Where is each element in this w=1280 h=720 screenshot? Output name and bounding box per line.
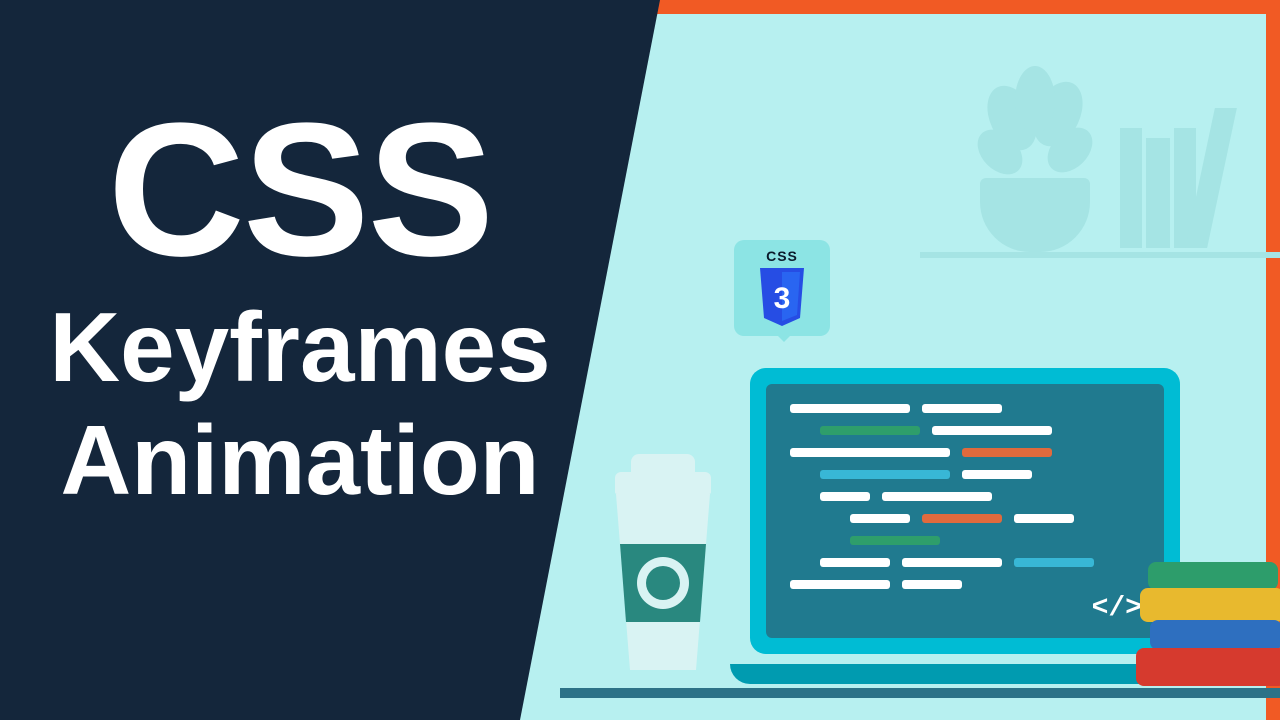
laptop-illustration: </> — [730, 368, 1200, 684]
css3-shield-icon: 3 — [756, 268, 808, 328]
css3-badge-label: CSS — [734, 248, 830, 264]
laptop-screen: </> — [766, 384, 1164, 638]
desk-line — [560, 688, 1280, 698]
title-block: CSS Keyframes Animation — [30, 95, 570, 516]
css3-badge-bubble: CSS 3 — [734, 240, 830, 336]
book-stack-icon — [1148, 562, 1280, 684]
svg-text:3: 3 — [774, 282, 791, 315]
frame-top-bar — [570, 0, 1280, 14]
title-panel: CSS Keyframes Animation — [0, 0, 660, 720]
title-line-1: CSS — [30, 95, 570, 285]
shelf-book — [1120, 128, 1142, 248]
coffee-cup-icon — [608, 490, 718, 679]
code-symbol-icon: </> — [1092, 593, 1142, 624]
laptop-frame: </> — [750, 368, 1180, 654]
shelf-book — [1146, 138, 1170, 248]
title-line-2: Keyframes — [30, 291, 570, 404]
title-line-3: Animation — [30, 404, 570, 517]
shelf-line — [920, 252, 1280, 258]
laptop-base — [730, 664, 1200, 684]
thumbnail-canvas: CSS 3 </> — [0, 0, 1280, 720]
